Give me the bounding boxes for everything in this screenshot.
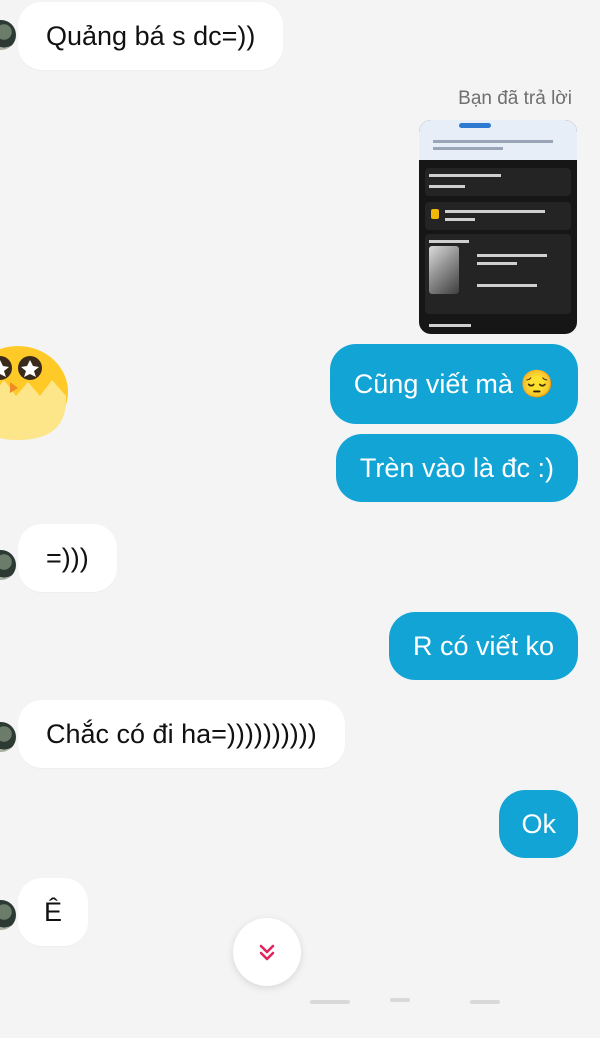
message-text: Trèn vào là đc :) [359,453,554,483]
message-bubble-incoming[interactable]: =))) [18,524,117,592]
scroll-to-bottom-button[interactable] [233,918,301,986]
reply-label: Bạn đã trả lời [458,88,572,109]
message-bubble-incoming[interactable]: Quảng bá s dc=)) [18,2,284,70]
message-bubble-outgoing[interactable]: R có viết ko [388,612,578,680]
message-text: Quảng bá s dc=)) [46,21,256,51]
avatar[interactable] [0,900,16,930]
message-bubble-incoming[interactable]: Ê [18,878,89,946]
message-text: =))) [46,543,89,573]
avatar[interactable] [0,550,16,580]
thumbnail-row [425,168,571,196]
avatar[interactable] [0,722,16,752]
thumbnail-cover-image [429,246,459,294]
message-text: Ê [44,897,63,927]
message-text: Chắc có đi ha=)))))))))) [46,719,317,749]
message-bubble-incoming[interactable]: Chắc có đi ha=)))))))))) [18,700,345,768]
message-bubble-outgoing[interactable]: Trèn vào là đc :) [335,434,578,502]
message-text: Ok [521,809,556,839]
message-bubble-outgoing[interactable]: Cũng viết mà 😔 [329,344,578,424]
hatching-chick-emoji-icon [0,346,68,440]
replied-image-thumbnail[interactable] [419,120,577,334]
typing-indicator [390,998,410,1002]
message-bubble-outgoing[interactable]: Ok [499,790,578,858]
thumbnail-row [425,202,571,230]
double-chevron-down-icon [259,944,275,961]
message-text: Cũng viết mà 😔 [353,369,554,399]
avatar[interactable] [0,20,16,50]
typing-indicator [470,1000,500,1004]
message-text: R có viết ko [412,631,554,661]
typing-indicator [310,1000,350,1004]
thumbnail-header [419,120,577,160]
